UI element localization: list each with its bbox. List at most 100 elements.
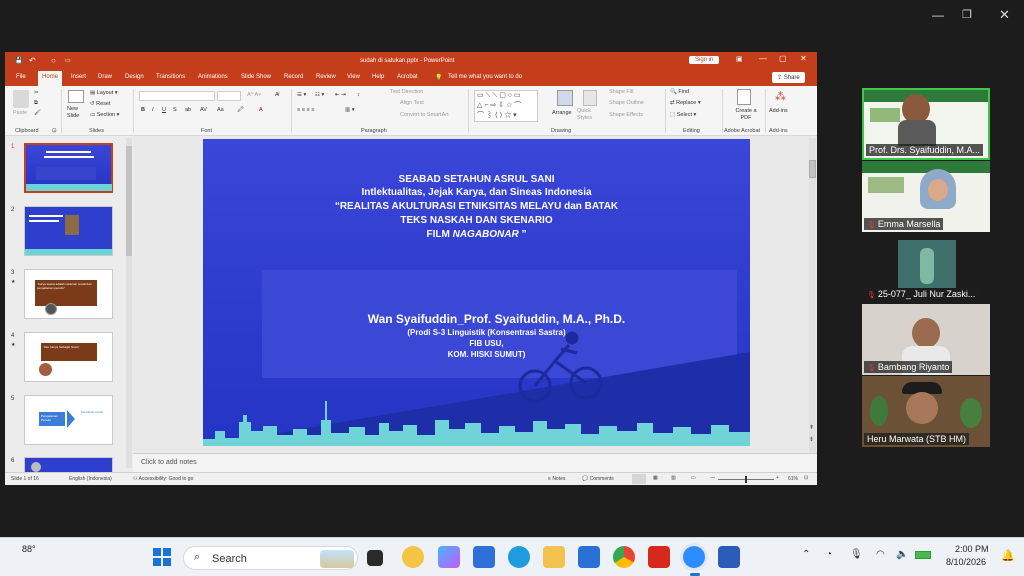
menu-file[interactable]: File [16, 74, 26, 80]
notes-toggle[interactable]: ≡ Notes [548, 476, 565, 482]
weather-temp[interactable]: 88° [22, 544, 36, 554]
normal-view-icon[interactable] [632, 474, 646, 484]
participant-tile-4[interactable]: 🎙 Bambang Riyanto [862, 304, 990, 375]
acrobat-icon[interactable] [648, 546, 670, 568]
slideshow-icon[interactable]: ▭ [691, 475, 696, 481]
accessibility-status[interactable]: ⚇ Accessibility: Good to go [133, 476, 193, 482]
create-pdf-icon[interactable] [737, 89, 751, 105]
redo-icon[interactable]: ○ [51, 56, 56, 65]
section-button[interactable]: ▭ Section ▾ [90, 112, 119, 118]
slide-thumbnail-4[interactable]: “Aku hanya Sebagai hutan” [24, 332, 113, 382]
layout-button[interactable]: ▤ Layout ▾ [90, 90, 118, 96]
restore-button[interactable]: ❐ [962, 8, 972, 21]
scrollbar-thumb[interactable] [809, 160, 816, 178]
slide-sorter-icon[interactable]: ▦ [653, 475, 658, 481]
quick-styles-button[interactable]: Quick Styles [577, 108, 603, 122]
shapes-gallery[interactable]: ▭ ⟍ ⟍ ▢ ○ ▭ △ ⌐ ⇨ ⇩ ☆ ⌒ ⌒ ⌇ ⟨ ⟩ ☆ ▾ [474, 90, 538, 122]
clock-time[interactable]: 2:00 PM [955, 544, 989, 554]
menu-home[interactable]: Home [38, 71, 63, 86]
slide-thumbnail-6[interactable] [24, 457, 113, 472]
menu-record[interactable]: Record [284, 74, 303, 80]
zoom-out-icon[interactable]: — [710, 475, 715, 481]
maximize-button[interactable]: ▢ [779, 54, 787, 63]
menu-draw[interactable]: Draw [98, 74, 112, 80]
editor-scrollbar[interactable]: ⇞ ⇟ [809, 138, 816, 452]
zoom-slider-thumb[interactable] [745, 476, 747, 483]
battery-icon[interactable] [915, 551, 931, 559]
format-painter-icon[interactable]: 🖌 [34, 110, 41, 116]
participant-tile-1[interactable]: Prof. Drs. Syaifuddin, M.A... [862, 88, 990, 160]
align-icons[interactable]: ≡ ≡ ≡ ≡ [297, 107, 314, 113]
participant-tile-3[interactable]: 🎙 25-077_ Juli Nur Zaski... [862, 236, 990, 302]
align-text-button[interactable]: Align Text [400, 100, 424, 106]
change-case-button[interactable]: Aa [217, 107, 224, 113]
save-icon[interactable]: 💾 [15, 57, 22, 64]
next-slide-icon[interactable]: ⇟ [809, 436, 814, 443]
participant-tile-5[interactable]: Heru Marwata (STB HM) [862, 376, 990, 447]
close-button[interactable]: ✕ [999, 7, 1010, 23]
copilot-icon[interactable] [438, 546, 460, 568]
shape-outline-button[interactable]: Shape Outline [609, 100, 644, 106]
cut-icon[interactable]: ✂ [34, 90, 39, 96]
menu-view[interactable]: View [347, 74, 360, 80]
app-icon-m[interactable] [578, 546, 600, 568]
start-button[interactable] [153, 548, 171, 566]
select-button[interactable]: ⬚ Select ▾ [670, 112, 696, 118]
char-spacing-button[interactable]: AV [200, 107, 207, 113]
clipboard-launcher-icon[interactable]: ⊡ [52, 128, 57, 134]
underline-button[interactable]: U [162, 107, 166, 113]
arrange-icon[interactable] [557, 90, 573, 106]
zoom-slider[interactable] [718, 476, 774, 483]
tell-me-search[interactable]: Tell me what you want to do [448, 74, 522, 80]
menu-acrobat[interactable]: Acrobat [397, 74, 418, 80]
ribbon-display-icon[interactable]: ▣ [736, 55, 743, 63]
edge-icon[interactable] [508, 546, 530, 568]
slide-thumbnail-5[interactable]: Pengalaman Penulis Pemikiran sosial [24, 395, 113, 445]
zoom-level[interactable]: 61% [788, 476, 798, 482]
minimize-button[interactable]: — [932, 8, 944, 22]
font-size-field[interactable] [217, 91, 241, 101]
slide-thumbnail-2[interactable] [24, 206, 113, 256]
file-explorer-icon[interactable] [543, 546, 565, 568]
paste-icon[interactable] [13, 90, 29, 108]
store-icon[interactable] [473, 546, 495, 568]
create-pdf-button[interactable]: Create a PDF [733, 108, 759, 122]
volume-icon[interactable]: 🔈 [896, 549, 908, 560]
bullets-icon[interactable]: ☰ ▾ [297, 92, 306, 98]
menu-help[interactable]: Help [372, 74, 384, 80]
line-spacing-icon[interactable]: ↕ [357, 92, 360, 98]
comments-toggle[interactable]: 💬 Comments [582, 476, 614, 482]
sign-in-button[interactable]: Sign in [689, 56, 720, 64]
highlight-icon[interactable]: 🖍 [237, 107, 244, 113]
reset-button[interactable]: ↺ Reset [90, 101, 111, 107]
close-button[interactable]: ✕ [800, 54, 807, 63]
chevron-up-icon[interactable]: ⌃ [802, 549, 810, 560]
tray-icon[interactable]: ◔ [826, 549, 832, 560]
language-status[interactable]: English (Indonesia) [69, 476, 112, 482]
reading-view-icon[interactable]: ▥ [671, 475, 676, 481]
menu-animations[interactable]: Animations [198, 74, 228, 80]
menu-design[interactable]: Design [125, 74, 144, 80]
convert-smartart-button[interactable]: Convert to SmartArt [400, 112, 449, 118]
undo-icon[interactable]: ↶ [29, 56, 36, 65]
menu-slide-show[interactable]: Slide Show [241, 74, 271, 80]
chrome-icon[interactable] [613, 546, 635, 568]
notification-bell-icon[interactable]: 🔔 [1001, 549, 1015, 562]
clear-formatting-icon[interactable]: A̸ [275, 92, 279, 98]
minimize-button[interactable]: — [759, 54, 767, 63]
shape-effects-button[interactable]: Shape Effects [609, 112, 643, 118]
notes-pane[interactable]: Click to add notes [133, 453, 817, 472]
task-view-icon[interactable] [367, 550, 383, 566]
arrange-button[interactable]: Arrange [552, 110, 572, 116]
slide-thumbnail-3[interactable]: “Karya sastra adalah rekaman sosial dari… [24, 269, 113, 319]
zoom-in-icon[interactable]: + [776, 475, 779, 481]
columns-icon[interactable]: ▥ ▾ [345, 107, 355, 113]
prev-slide-icon[interactable]: ⇞ [809, 424, 814, 431]
menu-transitions[interactable]: Transitions [156, 74, 185, 80]
shape-fill-button[interactable]: Shape Fill [609, 89, 633, 95]
new-slide-icon[interactable] [68, 90, 84, 103]
thumbnail-scrollbar[interactable] [126, 138, 132, 468]
menu-insert[interactable]: Insert [71, 74, 86, 80]
numbering-icon[interactable]: ☷ ▾ [315, 92, 324, 98]
fit-slide-icon[interactable]: ⊡ [804, 475, 808, 481]
